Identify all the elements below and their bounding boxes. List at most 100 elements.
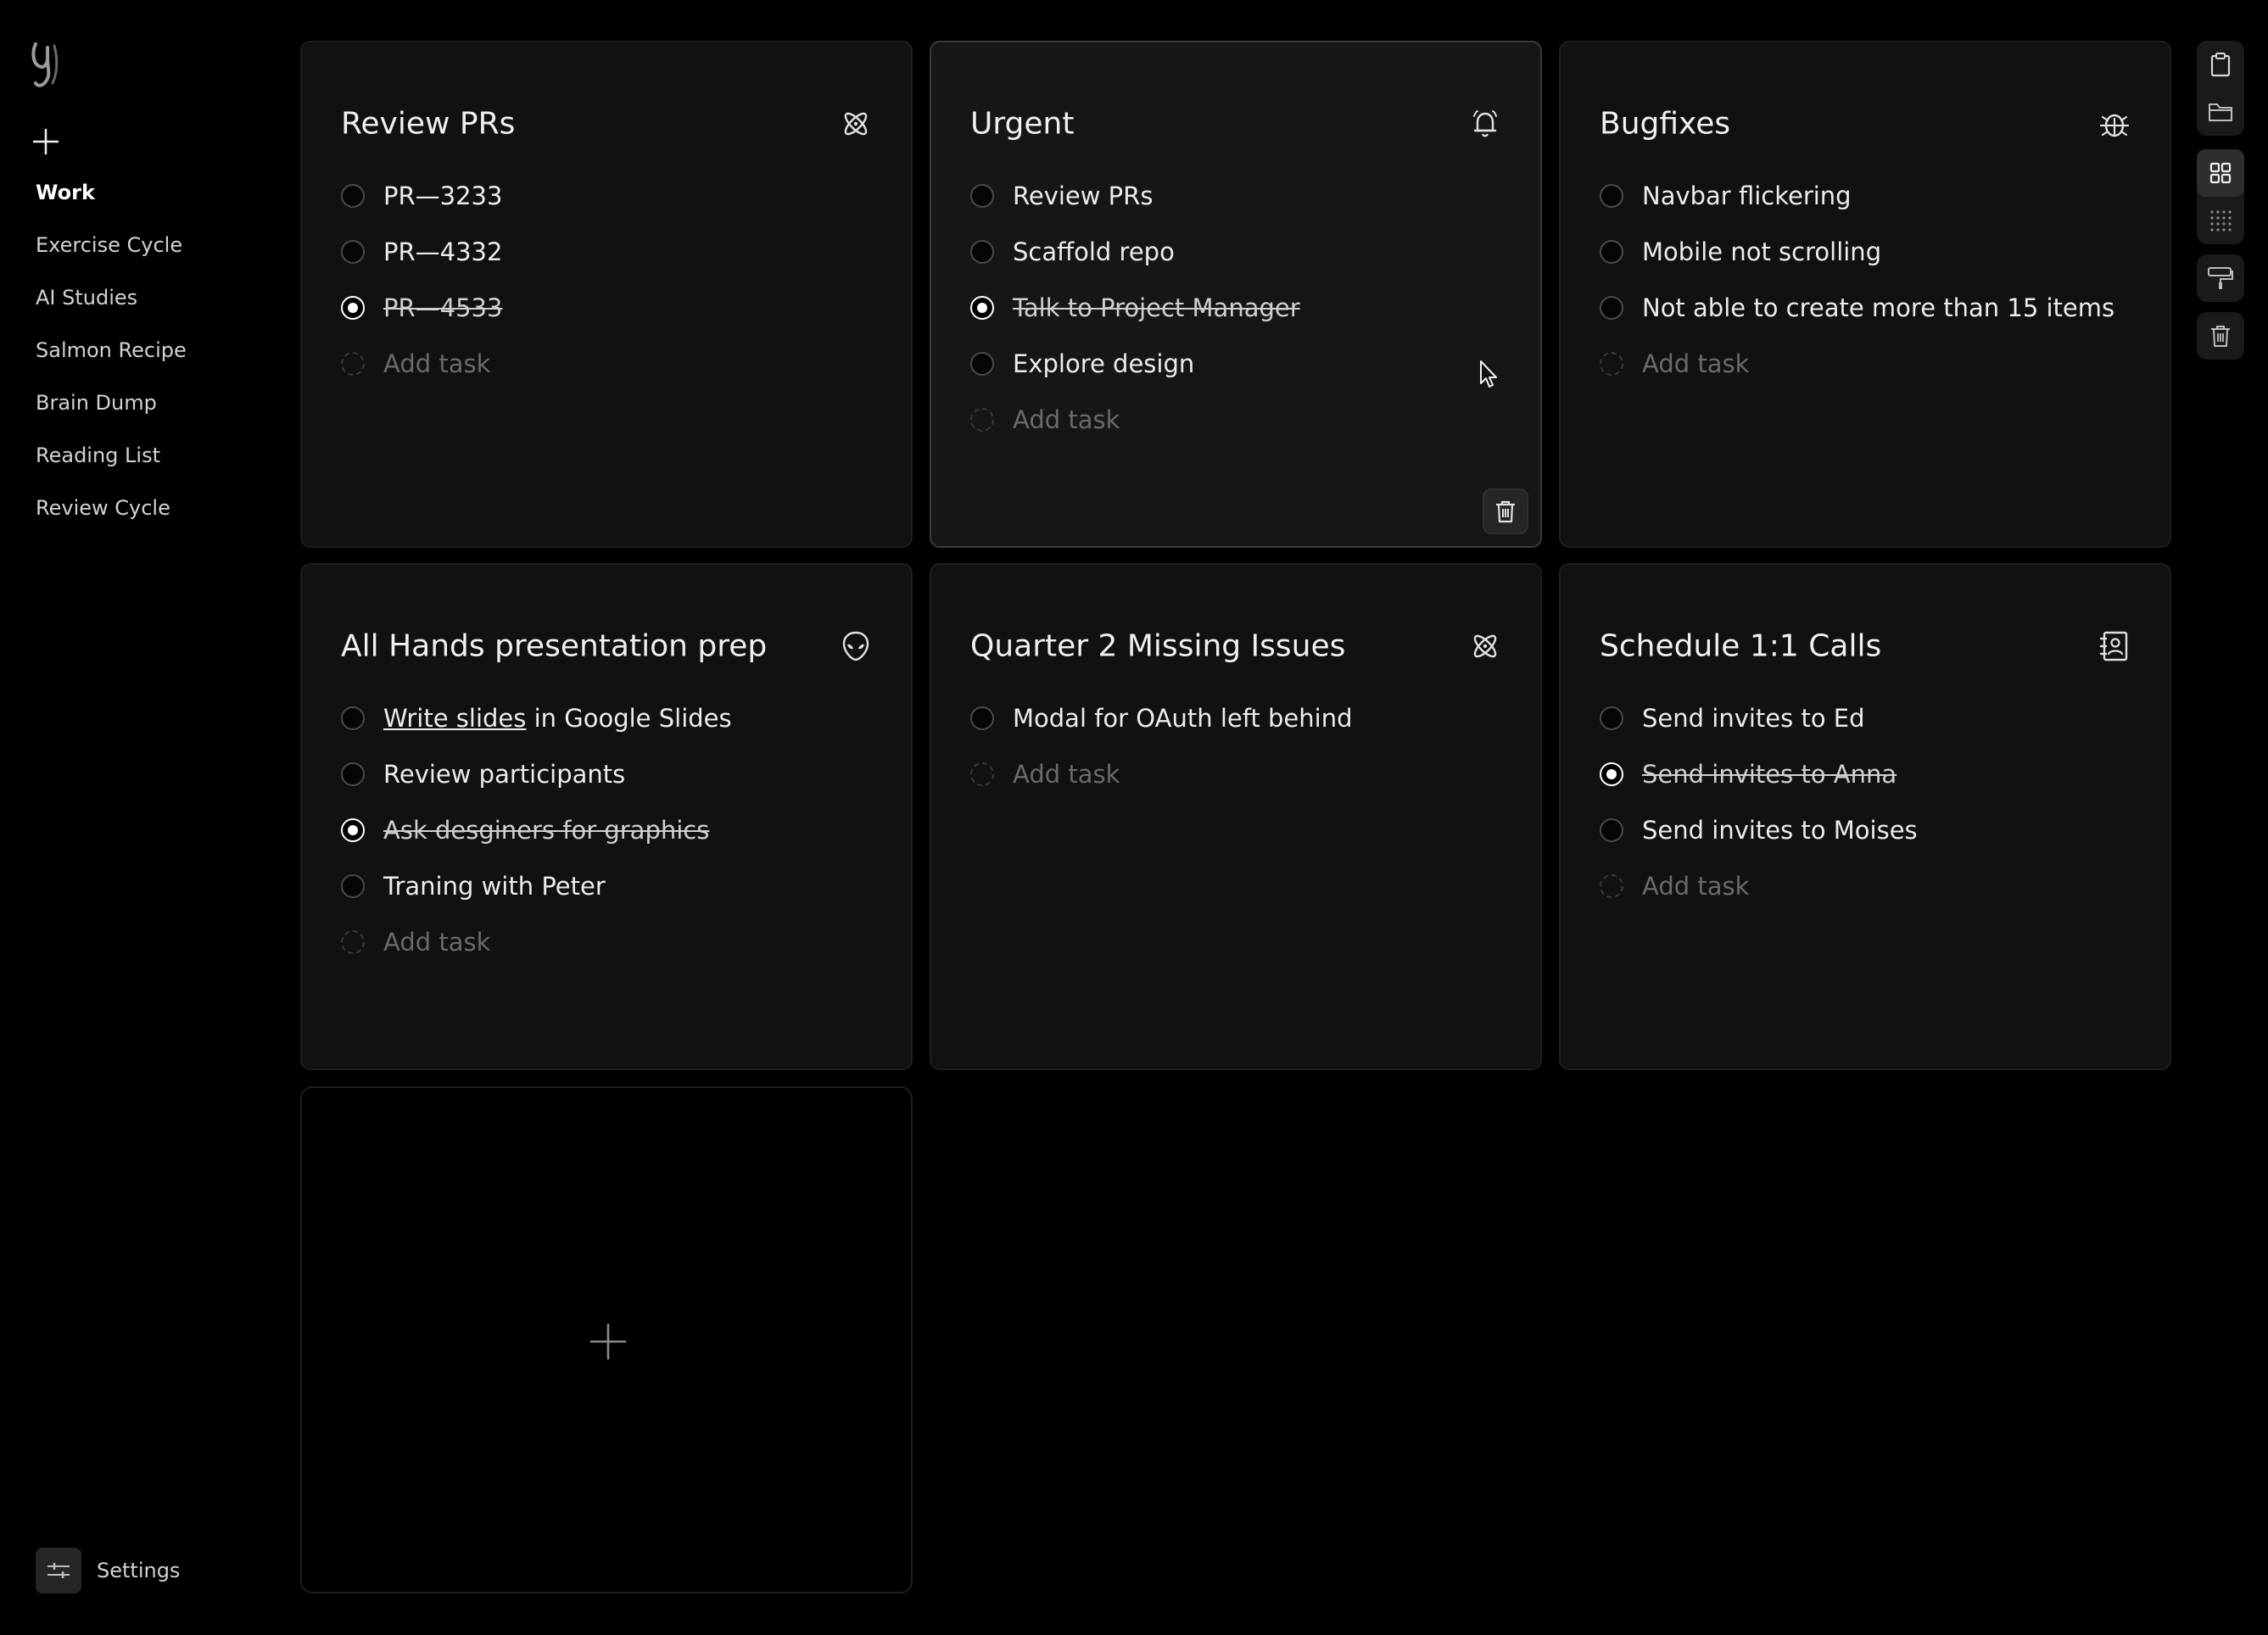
atom-icon[interactable] [1469, 630, 1501, 662]
task-checkbox[interactable] [1600, 706, 1623, 730]
task-text[interactable]: Not able to create more than 15 items [1642, 293, 2114, 322]
sidebar-item-review-cycle[interactable]: Review Cycle [36, 495, 187, 548]
task-text[interactable]: Modal for OAuth left behind [1013, 704, 1352, 733]
add-task-placeholder[interactable]: Add task [1642, 872, 1749, 901]
bug-icon[interactable] [2098, 108, 2131, 140]
task-checkbox[interactable] [1600, 184, 1623, 208]
sidebar-item-ai-studies[interactable]: AI Studies [36, 285, 187, 338]
task-item[interactable]: Send invites to Anna [1600, 746, 2136, 802]
task-card[interactable]: Urgent Review PRs Scaffold repo Talk to … [930, 41, 1542, 548]
task-item[interactable]: Send invites to Ed [1600, 690, 2136, 746]
sidebar-item-work[interactable]: Work [36, 180, 187, 232]
contact-book-icon[interactable] [2098, 630, 2131, 662]
task-card[interactable]: Schedule 1:1 Calls Send invites to Ed Se… [1559, 563, 2171, 1070]
task-text[interactable]: Mobile not scrolling [1642, 237, 1881, 266]
add-task-field[interactable]: Add task [1600, 858, 2136, 914]
add-task-field[interactable]: Add task [341, 336, 877, 392]
task-text[interactable]: Review PRs [1013, 181, 1153, 210]
task-text[interactable]: Explore design [1013, 349, 1194, 378]
settings-button[interactable]: Settings [36, 1548, 180, 1593]
add-task-placeholder[interactable]: Add task [383, 349, 490, 378]
task-checkbox-checked[interactable] [970, 296, 994, 320]
task-link[interactable]: Write slides [383, 704, 526, 733]
task-item[interactable]: Send invites to Moises [1600, 802, 2136, 858]
add-list-button[interactable] [31, 127, 60, 156]
task-text[interactable]: Traning with Peter [383, 872, 606, 901]
task-text[interactable]: Send invites to Moises [1642, 816, 1918, 845]
task-item[interactable]: Explore design [970, 336, 1506, 392]
bell-icon[interactable] [1469, 108, 1501, 140]
task-checkbox-checked[interactable] [341, 818, 365, 842]
task-text[interactable]: PR—3233 [383, 181, 502, 210]
task-text[interactable]: Ask desginers for graphics [383, 816, 709, 845]
task-checkbox[interactable] [341, 240, 365, 264]
theme-button[interactable] [2197, 254, 2244, 302]
task-text[interactable]: Write slides in Google Slides [383, 704, 732, 733]
task-text[interactable]: Scaffold repo [1013, 237, 1175, 266]
task-checkbox[interactable] [970, 352, 994, 376]
task-checkbox[interactable] [1600, 240, 1623, 264]
task-checkbox-checked[interactable] [341, 296, 365, 320]
task-item[interactable]: Review participants [341, 746, 877, 802]
task-item[interactable]: Navbar flickering [1600, 168, 2136, 224]
task-item[interactable]: Modal for OAuth left behind [970, 690, 1506, 746]
task-card[interactable]: All Hands presentation prep Write slides… [300, 563, 913, 1070]
card-title[interactable]: All Hands presentation prep [341, 629, 767, 664]
task-checkbox[interactable] [341, 762, 365, 786]
clipboard-button[interactable] [2197, 41, 2244, 88]
card-title[interactable]: Schedule 1:1 Calls [1600, 629, 1881, 664]
dense-grid-view-button[interactable] [2197, 197, 2244, 244]
task-text[interactable]: PR—4332 [383, 237, 502, 266]
add-task-placeholder[interactable]: Add task [1642, 349, 1749, 378]
card-title[interactable]: Review PRs [341, 107, 515, 142]
add-task-field[interactable]: Add task [970, 746, 1506, 802]
task-checkbox[interactable] [341, 706, 365, 730]
task-item[interactable]: PR—3233 [341, 168, 877, 224]
sidebar-item-reading-list[interactable]: Reading List [36, 443, 187, 495]
card-title[interactable]: Bugfixes [1600, 107, 1730, 142]
task-checkbox-checked[interactable] [1600, 762, 1623, 786]
add-task-placeholder[interactable]: Add task [1013, 405, 1120, 434]
task-item[interactable]: Write slides in Google Slides [341, 690, 877, 746]
task-item[interactable]: Traning with Peter [341, 858, 877, 914]
delete-card-button[interactable] [1483, 488, 1528, 534]
add-task-field[interactable]: Add task [341, 914, 877, 970]
sidebar-item-exercise-cycle[interactable]: Exercise Cycle [36, 232, 187, 285]
card-title[interactable]: Urgent [970, 107, 1074, 142]
sidebar-item-brain-dump[interactable]: Brain Dump [36, 390, 187, 443]
task-checkbox[interactable] [970, 706, 994, 730]
task-checkbox[interactable] [1600, 818, 1623, 842]
task-checkbox[interactable] [970, 240, 994, 264]
folder-button[interactable] [2197, 88, 2244, 136]
sidebar-item-salmon-recipe[interactable]: Salmon Recipe [36, 338, 187, 390]
atom-icon[interactable] [840, 108, 872, 140]
task-text[interactable]: Navbar flickering [1642, 181, 1852, 210]
task-checkbox[interactable] [341, 184, 365, 208]
task-checkbox[interactable] [1600, 296, 1623, 320]
task-item[interactable]: PR—4332 [341, 224, 877, 280]
add-task-field[interactable]: Add task [1600, 336, 2136, 392]
task-item[interactable]: Not able to create more than 15 items [1600, 280, 2136, 336]
task-card[interactable]: Quarter 2 Missing Issues Modal for OAuth… [930, 563, 1542, 1070]
card-title[interactable]: Quarter 2 Missing Issues [970, 629, 1345, 664]
add-task-field[interactable]: Add task [970, 392, 1506, 448]
task-item[interactable]: Ask desginers for graphics [341, 802, 877, 858]
trash-button[interactable] [2197, 312, 2244, 360]
task-text[interactable]: Review participants [383, 760, 625, 789]
task-card[interactable]: Review PRs PR—3233 PR—4332 PR—4533 Add t… [300, 41, 913, 548]
task-item[interactable]: PR—4533 [341, 280, 877, 336]
alien-icon[interactable] [840, 630, 872, 662]
add-task-placeholder[interactable]: Add task [383, 928, 490, 957]
task-card[interactable]: Bugfixes Navbar flickering Mobile not sc… [1559, 41, 2171, 548]
task-text[interactable]: PR—4533 [383, 293, 502, 322]
task-text[interactable]: Send invites to Anna [1642, 760, 1897, 789]
add-card-button[interactable] [300, 1086, 913, 1593]
task-item[interactable]: Talk to Project Manager [970, 280, 1506, 336]
add-task-placeholder[interactable]: Add task [1013, 760, 1120, 789]
task-text[interactable]: Send invites to Ed [1642, 704, 1865, 733]
app-logo[interactable] [29, 41, 64, 92]
task-item[interactable]: Scaffold repo [970, 224, 1506, 280]
grid-view-button[interactable] [2197, 149, 2244, 197]
task-item[interactable]: Mobile not scrolling [1600, 224, 2136, 280]
task-text[interactable]: Talk to Project Manager [1013, 293, 1300, 322]
